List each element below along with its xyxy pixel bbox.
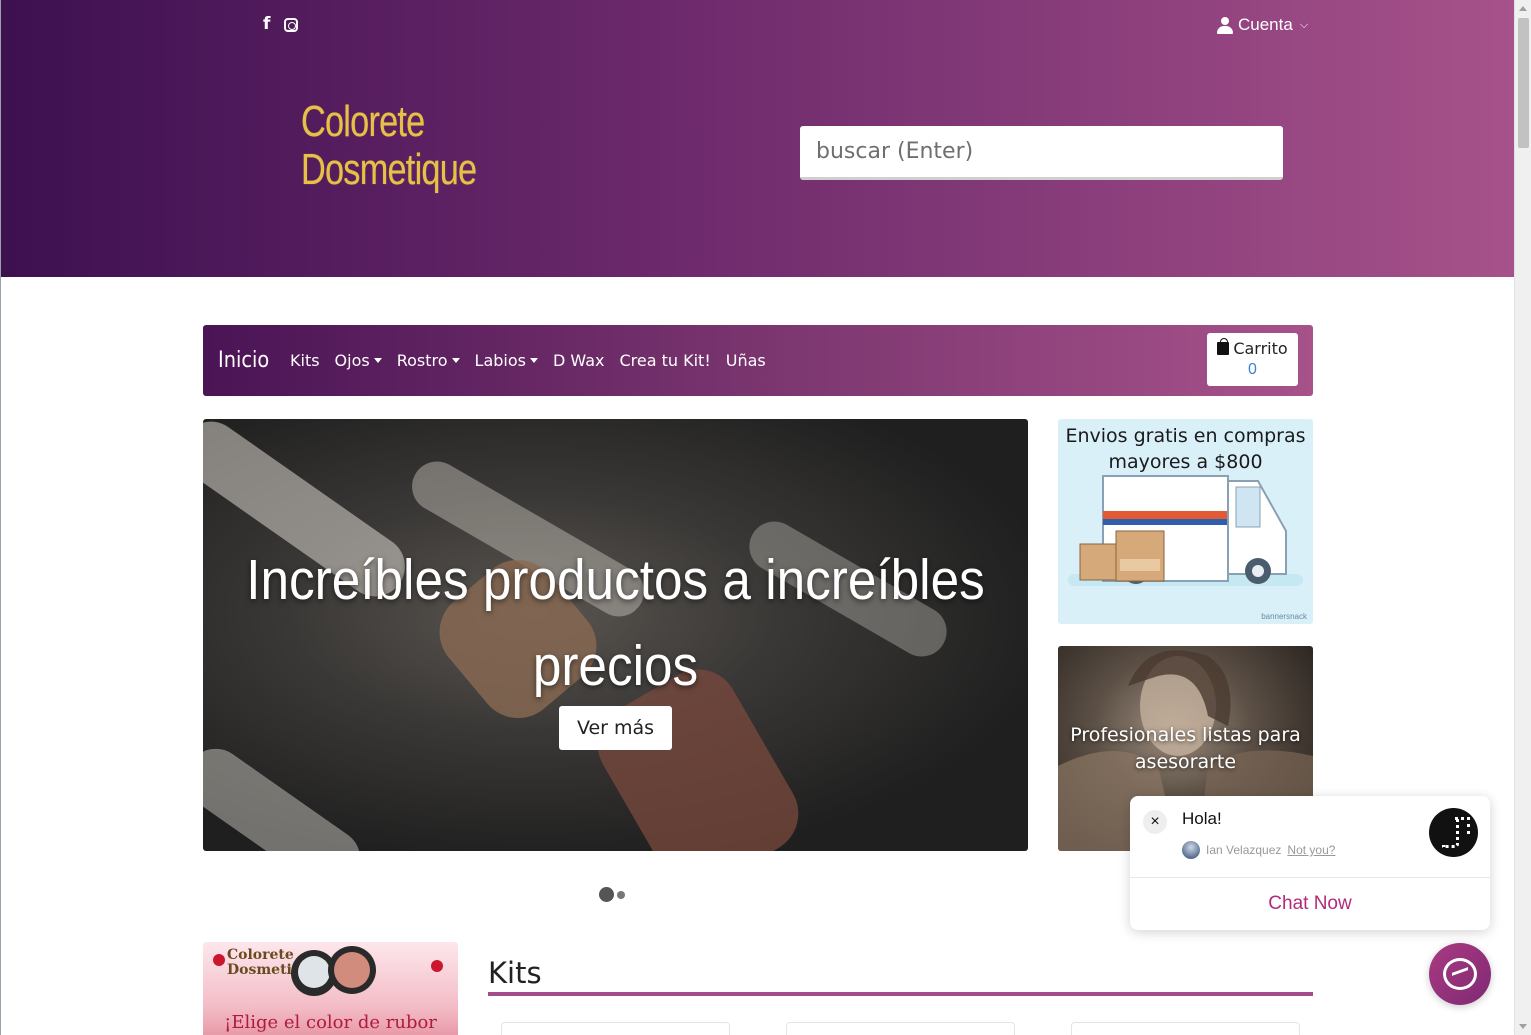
nav-item-crea-tu-kit[interactable]: Crea tu Kit! [619,351,710,370]
site-logo[interactable]: Colorete Dosmetique [301,97,477,208]
bannersnack-tag: bannersnack [1261,612,1307,621]
scrollbar-thumb[interactable] [1518,18,1529,148]
carousel-indicators [599,887,625,902]
blush-banner-caption: ¡Elige el color de rubor [224,1012,437,1033]
product-card[interactable] [501,1022,730,1035]
kits-section-divider [488,992,1313,996]
account-menu[interactable]: Cuenta ⌵ [1217,15,1308,35]
nav-links: Kits Ojos Rostro Labios D Wax Crea tu Ki… [290,351,766,370]
flower-decoration [213,954,225,966]
product-card[interactable] [1071,1022,1300,1035]
nav-item-rostro[interactable]: Rostro [397,351,460,370]
nav-item-unas[interactable]: Uñas [726,351,766,370]
nav-item-labios[interactable]: Labios [475,351,538,370]
carousel-dot[interactable] [617,890,625,899]
nav-item-kits[interactable]: Kits [290,351,320,370]
account-label: Cuenta [1238,15,1293,34]
chat-now-button[interactable]: Chat Now [1130,893,1490,915]
logo-line-2: Dosmetique [301,145,477,194]
flower-decoration [431,960,443,972]
professional-advice-text: Profesionales listas para asesorarte [1070,724,1301,773]
nav-item-d-wax[interactable]: D Wax [553,351,604,370]
main-nav: Inicio Kits Ojos Rostro Labios D Wax Cre… [203,325,1313,396]
shopping-bag-icon [1217,338,1230,355]
hero-headline: Increíbles productos a increíbles precio… [246,548,985,698]
kits-section-title: Kits [488,956,542,990]
brush-decoration [203,737,373,851]
logo-line-1: Colorete [301,97,425,146]
blush-banner[interactable]: Colorete Dosmetique ¡Elige el color de r… [203,942,458,1035]
product-card[interactable] [786,1022,1015,1035]
compact-mirror [298,956,330,988]
chevron-down-icon: ⌵ [1299,18,1309,31]
blush-powder [334,952,370,988]
chat-divider [1130,877,1490,878]
scroll-down-arrow-icon[interactable] [1519,1024,1527,1029]
close-icon[interactable]: × [1143,810,1167,834]
vertical-scrollbar[interactable] [1514,0,1531,1035]
free-shipping-banner[interactable]: Envios gratis en compras mayores a $800 … [1058,419,1313,624]
social-links: f [263,14,299,34]
delivery-truck-illustration [1068,475,1303,586]
hero-carousel[interactable]: Increíbles productos a increíbles precio… [203,419,1028,851]
scroll-up-arrow-icon[interactable] [1519,6,1527,11]
messenger-button[interactable] [1429,943,1491,1005]
hero-cta-button[interactable]: Ver más [559,706,672,750]
user-icon [1217,16,1233,34]
chat-greeting: Hola! [1182,809,1222,828]
cart-count: 0 [1248,361,1257,378]
carousel-dot-active[interactable] [599,887,614,902]
not-you-link[interactable]: Not you? [1287,843,1335,857]
facebook-icon[interactable]: f [263,14,270,34]
instagram-icon[interactable] [284,18,299,32]
agent-avatar [1182,841,1200,859]
site-header: f Cuenta ⌵ Colorete Dosmetique [1,0,1514,277]
nav-home[interactable]: Inicio [218,348,273,373]
cart-label: Carrito [1233,339,1288,358]
nav-item-ojos[interactable]: Ojos [335,351,382,370]
chat-popup: × Hola! Ian Velazquez Not you? Chat Now [1130,796,1490,930]
search-box [800,126,1283,180]
agent-name: Ian Velazquez [1206,843,1282,857]
page-logo-avatar [1429,808,1478,857]
search-input[interactable] [816,139,1267,164]
messenger-icon [1443,958,1477,990]
chat-agent: Ian Velazquez Not you? [1182,841,1335,859]
cart-button[interactable]: Carrito 0 [1207,333,1298,386]
